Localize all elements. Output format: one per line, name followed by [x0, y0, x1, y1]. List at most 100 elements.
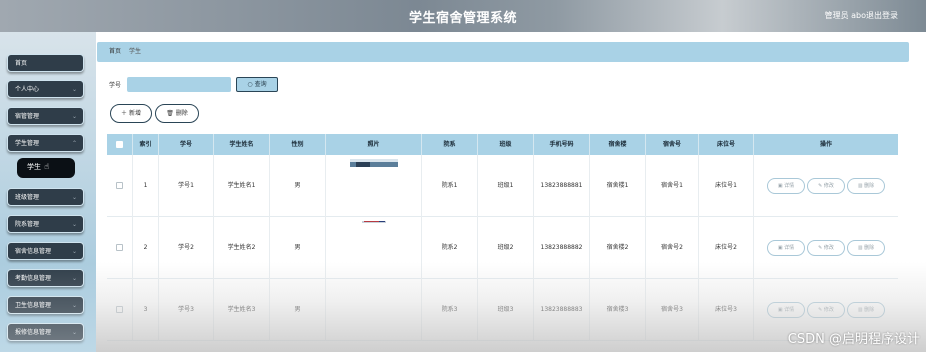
edit-button[interactable]: ✎ 修改: [807, 177, 845, 194]
add-button[interactable]: ＋ 新增: [110, 104, 152, 123]
cell-index: 1: [133, 155, 159, 217]
detail-icon: ▣: [777, 182, 783, 189]
batch-delete-button[interactable]: 🗑 删除: [155, 104, 199, 123]
cell-department: 院系3: [422, 279, 478, 341]
cell-bed: 床位号1: [699, 155, 754, 217]
watermark: CSDN @启明程序设计: [787, 332, 920, 347]
chevron-down-icon: ⌄: [71, 248, 77, 255]
sidebar-item-repair[interactable]: 报修信息管理 ⌄: [7, 323, 84, 341]
row-delete-button-label: 删除: [864, 306, 875, 313]
cell-actions: ▣ 详情 ✎ 修改 ▥ 删除: [754, 155, 898, 217]
sidebar-item-label: 学生管理: [15, 140, 40, 147]
detail-button[interactable]: ▣ 详情: [767, 239, 805, 256]
row-checkbox[interactable]: [116, 244, 123, 251]
app-title: 学生宿舍管理系统: [408, 11, 517, 26]
row-checkbox[interactable]: [116, 182, 123, 189]
cell-name: 学生姓名3: [214, 279, 270, 341]
column-header: 宿舍号: [646, 134, 699, 155]
row-select-cell: [107, 155, 133, 217]
sidebar-item-home[interactable]: 首页: [7, 54, 84, 72]
sidebar-item-attendance[interactable]: 考勤信息管理 ⌄: [7, 269, 84, 287]
sidebar-item-label: 卫生信息管理: [15, 302, 52, 309]
column-header: 宿舍楼: [590, 134, 646, 155]
cell-department: 院系1: [422, 155, 478, 217]
sidebar-item-department-management[interactable]: 院系管理 ⌄: [7, 215, 84, 233]
sidebar-item-personal-center[interactable]: 个人中心 ⌄: [7, 80, 84, 98]
search-input[interactable]: [127, 77, 231, 92]
app-window: 学生宿舍管理系统 管理员 abo 退出登录 首页 个人中心 ⌄ 宿管管理 ⌄ 学…: [0, 0, 926, 352]
trash-icon: ▥: [857, 182, 863, 189]
cell-bed: 床位号3: [699, 279, 754, 341]
column-header: 学生姓名: [214, 134, 270, 155]
row-checkbox[interactable]: [116, 306, 123, 313]
cell-name: 学生姓名1: [214, 155, 270, 217]
edit-button[interactable]: ✎ 修改: [807, 239, 845, 256]
top-header: 学生宿舍管理系统 管理员 abo 退出登录: [0, 0, 926, 32]
breadcrumb: 首页 学生: [97, 42, 909, 62]
trash-icon: ▥: [857, 244, 863, 251]
cell-index: 3: [133, 279, 159, 341]
cell-building: 宿舍楼2: [590, 217, 646, 279]
table-header: 索引 学号 学生姓名 性别 照片 院系 班级 手机号码 宿舍楼 宿舍号 床位号 …: [107, 134, 898, 155]
column-header: 院系: [422, 134, 478, 155]
chevron-down-icon: ⌄: [71, 86, 77, 93]
sidebar-item-label: 院系管理: [15, 221, 40, 228]
row-delete-button[interactable]: ▥ 删除: [847, 177, 885, 194]
search-icon: ○: [247, 81, 253, 88]
column-header: 床位号: [699, 134, 754, 155]
delete-button-label: 删除: [175, 110, 188, 117]
sidebar-item-class-management[interactable]: 班级管理 ⌄: [7, 188, 84, 206]
breadcrumb-current: 学生: [128, 48, 141, 55]
submenu-item-student[interactable]: 学生 ☝: [17, 158, 75, 178]
sidebar-item-dorm-manager[interactable]: 宿管管理 ⌄: [7, 107, 84, 125]
edit-icon: ✎: [818, 306, 823, 313]
detail-button-label: 详情: [784, 244, 795, 251]
search-label: 学号: [109, 82, 122, 89]
chevron-down-icon: ⌄: [71, 275, 77, 282]
column-header: 索引: [133, 134, 159, 155]
select-all-cell: [107, 134, 133, 155]
sidebar-item-label: 班级管理: [15, 194, 40, 201]
student-photo: [362, 221, 386, 223]
row-delete-button[interactable]: ▥ 删除: [847, 301, 885, 318]
cell-student-id: 学号2: [159, 217, 214, 279]
sidebar-item-label: 首页: [15, 60, 28, 67]
logout-link[interactable]: 退出登录: [866, 10, 898, 21]
sidebar-item-label: 考勤信息管理: [15, 275, 52, 282]
chevron-down-icon: ⌄: [71, 302, 77, 309]
cell-gender: 男: [270, 155, 326, 217]
detail-icon: ▣: [777, 244, 783, 251]
cell-class: 班级3: [478, 279, 534, 341]
sidebar-item-hygiene[interactable]: 卫生信息管理 ⌄: [7, 296, 84, 314]
trash-icon: ▥: [857, 306, 863, 313]
cell-room: 宿舍号3: [646, 279, 699, 341]
chevron-down-icon: ⌄: [71, 194, 77, 201]
sidebar-item-dorm-info[interactable]: 宿舍信息管理 ⌄: [7, 242, 84, 260]
cell-class: 班级1: [478, 155, 534, 217]
row-delete-button[interactable]: ▥ 删除: [847, 239, 885, 256]
select-all-checkbox[interactable]: [116, 141, 123, 148]
sidebar: 首页 个人中心 ⌄ 宿管管理 ⌄ 学生管理 ⌃ 学生 ☝ 班级管理 ⌄ 院系管理…: [0, 32, 96, 352]
sidebar-item-student-management[interactable]: 学生管理 ⌃: [7, 134, 84, 152]
detail-button[interactable]: ▣ 详情: [767, 301, 805, 318]
chevron-up-icon: ⌃: [71, 140, 77, 147]
detail-button[interactable]: ▣ 详情: [767, 177, 805, 194]
cell-class: 班级2: [478, 217, 534, 279]
column-header: 班级: [478, 134, 534, 155]
search-button[interactable]: ○ 查询: [236, 77, 278, 92]
cell-index: 2: [133, 217, 159, 279]
column-header: 手机号码: [534, 134, 590, 155]
cell-phone: 13823888881: [534, 155, 590, 217]
cell-student-id: 学号3: [159, 279, 214, 341]
edit-button[interactable]: ✎ 修改: [807, 301, 845, 318]
table-row: 3 学号3 学生姓名3 男 院系3 班级3 13823888883 宿舍楼3 宿…: [107, 279, 898, 341]
column-header: 学号: [159, 134, 214, 155]
edit-button-label: 修改: [823, 306, 834, 313]
table-row: 2 学号2 学生姓名2 男 院系2 班级2 13823888882 宿舍楼2 宿…: [107, 217, 898, 279]
student-photo: [350, 159, 398, 167]
row-delete-button-label: 删除: [864, 244, 875, 251]
search-button-label: 查询: [254, 81, 267, 88]
column-header: 性别: [270, 134, 326, 155]
cell-actions: ▣ 详情 ✎ 修改 ▥ 删除: [754, 217, 898, 279]
breadcrumb-home[interactable]: 首页: [109, 48, 121, 55]
